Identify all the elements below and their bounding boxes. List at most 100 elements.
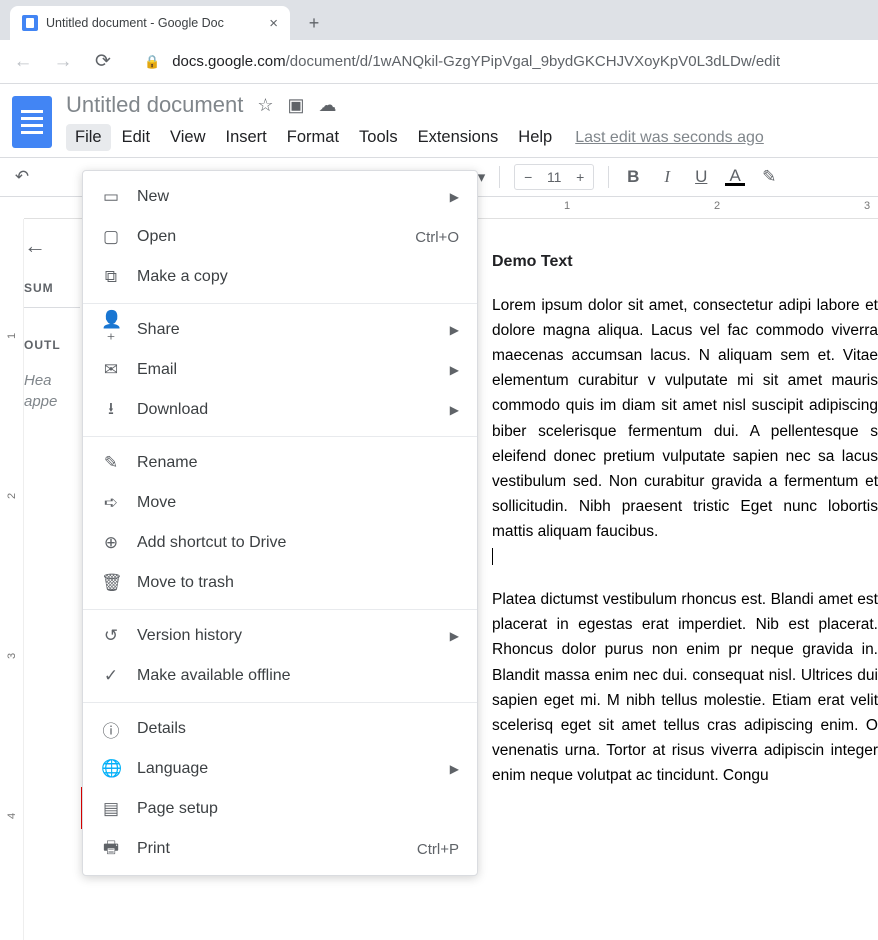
title-row: Untitled document ☆ ▣ ☁ [66,92,866,118]
underline-button[interactable]: U [691,167,711,187]
menu-item-label: Details [137,720,459,738]
menu-item-label: Rename [137,454,459,472]
folder-open-icon: ▢ [101,227,121,247]
page-setup-icon: ▤ [101,799,121,819]
vertical-ruler[interactable]: 1234 [0,219,24,940]
doc-paragraph[interactable]: Lorem ipsum dolor sit amet, consectetur … [492,293,878,569]
reload-button[interactable]: ⟳ [90,50,116,73]
italic-button[interactable]: I [657,167,677,187]
docs-favicon [22,15,38,31]
back-button[interactable]: ← [10,51,36,73]
bold-button[interactable]: B [623,167,643,187]
doc-paragraph[interactable]: Platea dictumst vestibulum rhoncus est. … [492,587,878,788]
new-tab-button[interactable]: + [300,9,328,37]
docs-header: Untitled document ☆ ▣ ☁ FileEditViewInse… [0,84,878,151]
trash-icon: 🗑 [101,573,121,593]
outline-collapse-icon[interactable]: ← [24,233,46,258]
menu-tools[interactable]: Tools [350,124,407,151]
cloud-status-icon[interactable]: ☁ [318,95,336,116]
menu-item-email[interactable]: ✉ Email ▶ [83,350,477,390]
browser-chrome: Untitled document - Google Doc × + ← → ⟳… [0,0,878,84]
document-title[interactable]: Untitled document [66,92,243,118]
doc-heading[interactable]: Demo Text [492,253,878,271]
submenu-arrow-icon: ▶ [450,363,459,377]
tab-strip: Untitled document - Google Doc × + [0,0,878,40]
summary-heading: SUM [24,281,80,295]
menu-extensions[interactable]: Extensions [409,124,508,151]
submenu-arrow-icon: ▶ [450,762,459,776]
offline-icon: ✓ [101,666,121,686]
google-docs-logo[interactable] [12,96,52,148]
menu-file[interactable]: File [66,124,111,151]
menu-view[interactable]: View [161,124,214,151]
menu-item-page-setup[interactable]: ▤ Page setup [83,789,477,829]
menu-item-version-history[interactable]: ↺ Version history ▶ [83,616,477,656]
menu-edit[interactable]: Edit [113,124,159,151]
menu-item-rename[interactable]: ✎ Rename [83,443,477,483]
menu-item-share[interactable]: 👤⁺Share▶ [83,310,477,350]
history-icon: ↺ [101,626,121,646]
address-bar[interactable]: 🔒 docs.google.com/document/d/1wANQkil-Gz… [130,47,868,77]
menu-help[interactable]: Help [509,124,561,151]
email-icon: ✉ [101,360,121,380]
rename-icon: ✎ [101,453,121,473]
menu-item-make-available-offline[interactable]: ✓Make available offline [83,656,477,696]
menu-item-label: Open [137,228,399,246]
menu-item-label: Move [137,494,459,512]
move-folder-icon[interactable]: ▣ [287,95,304,116]
star-icon[interactable]: ☆ [257,95,273,116]
menu-item-label: Page setup [137,800,459,818]
font-size-control[interactable]: − 11 + [514,164,594,190]
menu-item-language[interactable]: 🌐 Language ▶ [83,749,477,789]
menu-item-download[interactable]: ⭳ Download ▶ [83,390,477,430]
font-size-value[interactable]: 11 [541,169,567,185]
highlight-button[interactable]: ✎ [759,167,779,187]
menu-item-make-a-copy[interactable]: ⧉Make a copy [83,257,477,297]
menu-item-move[interactable]: ➪ Move [83,483,477,523]
menu-item-details[interactable]: ⓘ Details [83,709,477,749]
outline-hint: Hea appe [24,370,80,412]
forward-button[interactable]: → [50,51,76,73]
menu-item-move-to-trash[interactable]: 🗑 Move to trash [83,563,477,603]
menu-item-label: Print [137,840,401,858]
menu-insert[interactable]: Insert [217,124,276,151]
file-plus-icon: ▭ [101,187,121,207]
menu-item-label: Version history [137,627,434,645]
url-host: docs.google.com [172,53,285,70]
download-icon: ⭳ [101,396,121,425]
info-icon: ⓘ [101,717,121,742]
font-size-increase[interactable]: + [567,169,593,185]
menu-item-open[interactable]: ▢OpenCtrl+O [83,217,477,257]
close-tab-icon[interactable]: × [269,15,278,32]
menu-item-label: Language [137,760,434,778]
globe-icon: 🌐 [101,759,121,779]
undo-button[interactable]: ↶ [12,167,32,187]
menu-item-print[interactable]: 🖶PrintCtrl+P [83,829,477,869]
menu-item-label: Download [137,401,434,419]
font-size-decrease[interactable]: − [515,169,541,185]
menu-item-label: Add shortcut to Drive [137,534,459,552]
browser-tab[interactable]: Untitled document - Google Doc × [10,6,290,40]
drive-shortcut-icon: ⊕ [101,533,121,553]
text-cursor [492,548,493,565]
menu-item-new[interactable]: ▭New▶ [83,177,477,217]
file-menu-dropdown: ▭New▶▢OpenCtrl+O⧉Make a copy👤⁺Share▶✉Ema… [82,170,478,876]
copy-icon: ⧉ [101,267,121,287]
submenu-arrow-icon: ▶ [450,403,459,417]
outline-heading: OUTL [24,338,80,352]
menu-item-add-shortcut-to-drive[interactable]: ⊕ Add shortcut to Drive [83,523,477,563]
move-icon: ➪ [101,493,121,513]
menubar: FileEditViewInsertFormatToolsExtensionsH… [66,124,866,151]
menu-item-label: New [137,188,434,206]
menu-separator [83,702,477,703]
submenu-arrow-icon: ▶ [450,323,459,337]
text-color-button[interactable]: A [725,169,745,186]
lock-icon: 🔒 [144,54,160,70]
menu-item-label: Email [137,361,434,379]
menu-separator [83,436,477,437]
submenu-arrow-icon: ▶ [450,629,459,643]
menu-item-label: Move to trash [137,574,459,592]
menu-format[interactable]: Format [278,124,348,151]
last-edit-link[interactable]: Last edit was seconds ago [575,129,764,147]
browser-nav-row: ← → ⟳ 🔒 docs.google.com/document/d/1wANQ… [0,40,878,84]
